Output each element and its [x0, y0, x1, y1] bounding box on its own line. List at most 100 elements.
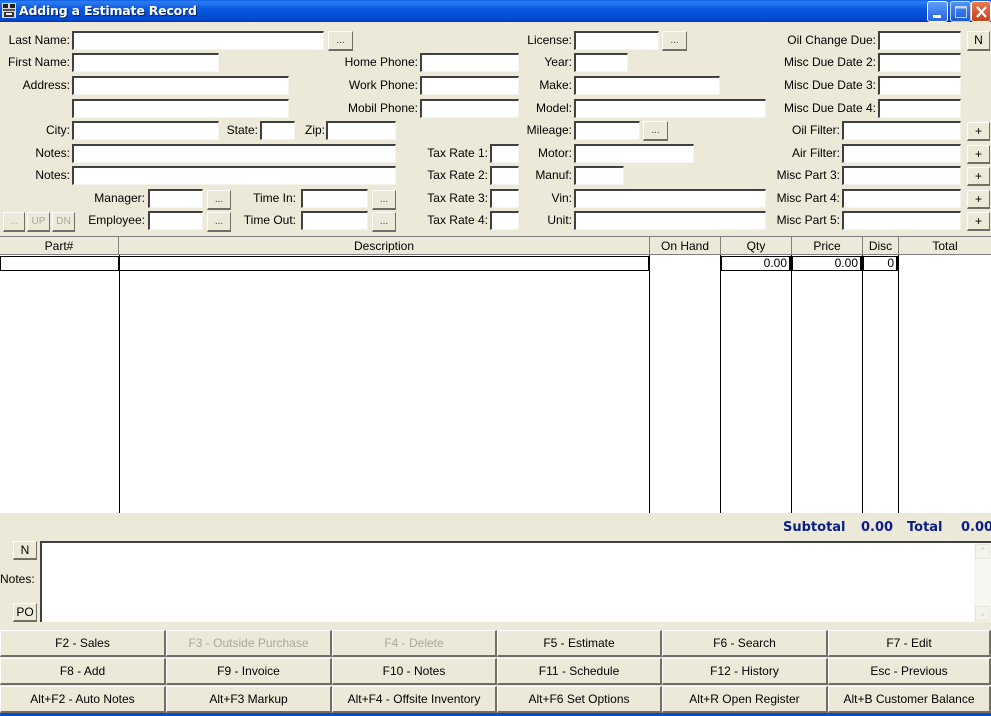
fkey-f5-estimate-button[interactable]: F5 - Estimate: [497, 630, 662, 657]
mileage-lookup-button[interactable]: ...: [643, 121, 668, 141]
record-nav-dots-button[interactable]: ...: [3, 212, 25, 232]
first-name-label: First Name:: [7, 55, 70, 69]
notes-new-button[interactable]: N: [13, 541, 37, 560]
employee-lookup-button[interactable]: ...: [207, 212, 231, 232]
unit-input[interactable]: [574, 211, 766, 230]
address-label: Address:: [22, 78, 70, 92]
notes-scrollbar[interactable]: ⌃ ⌄: [974, 543, 991, 622]
mobil-phone-input[interactable]: [420, 99, 519, 118]
column-header-description[interactable]: Description: [119, 237, 650, 255]
air-filter-add-button[interactable]: +: [967, 145, 990, 164]
misc-due-date4-input[interactable]: [878, 99, 961, 118]
last-name-lookup-button[interactable]: ...: [328, 31, 353, 51]
minimize-button[interactable]: [927, 1, 948, 22]
maximize-button[interactable]: [950, 1, 971, 22]
license-lookup-button[interactable]: ...: [662, 31, 687, 51]
record-up-button[interactable]: UP: [27, 212, 50, 232]
misc-due-date3-label: Misc Due Date 3:: [783, 78, 876, 92]
close-button[interactable]: [971, 1, 991, 22]
home-phone-input[interactable]: [420, 53, 519, 72]
manuf-input[interactable]: [574, 166, 624, 185]
notes-textarea[interactable]: ⌃ ⌄: [40, 541, 991, 622]
misc-part4-add-button[interactable]: +: [967, 190, 990, 209]
fkey-esc-previous-button[interactable]: Esc - Previous: [828, 658, 991, 685]
record-down-button[interactable]: DN: [52, 212, 75, 232]
notes2-input[interactable]: [72, 166, 396, 185]
fkey-f6-search-button[interactable]: F6 - Search: [662, 630, 828, 657]
city-input[interactable]: [72, 121, 219, 140]
misc-part3-add-button[interactable]: +: [967, 167, 990, 186]
state-input[interactable]: [260, 121, 295, 140]
misc-part3-input[interactable]: [842, 166, 961, 185]
last-name-input[interactable]: [72, 31, 324, 50]
fkey-f2-sales-button[interactable]: F2 - Sales: [0, 630, 166, 657]
license-input[interactable]: [574, 31, 659, 50]
notes-label: Notes:: [0, 572, 35, 586]
fkey-alt-f3-markup-button[interactable]: Alt+F3 Markup: [166, 686, 332, 713]
fkey-f8-add-button[interactable]: F8 - Add: [0, 658, 166, 685]
work-phone-input[interactable]: [420, 76, 519, 95]
fkey-f9-invoice-button[interactable]: F9 - Invoice: [166, 658, 332, 685]
oil-filter-add-button[interactable]: +: [967, 122, 990, 141]
fkey-alt-f4-offsite-inventory-button[interactable]: Alt+F4 - Offsite Inventory: [332, 686, 497, 713]
vin-input[interactable]: [574, 189, 766, 208]
misc-part5-add-button[interactable]: +: [967, 212, 990, 231]
fkey-alt-f2-auto-notes-button[interactable]: Alt+F2 - Auto Notes: [0, 686, 166, 713]
fkey-f12-history-button[interactable]: F12 - History: [662, 658, 828, 685]
column-header-total[interactable]: Total: [899, 237, 991, 255]
oil-filter-input[interactable]: [842, 121, 961, 140]
column-header-part[interactable]: Part#: [0, 237, 119, 255]
cell-description[interactable]: [119, 256, 650, 271]
fkey-alt-f6-set-options-button[interactable]: Alt+F6 Set Options: [497, 686, 662, 713]
misc-due-date2-input[interactable]: [878, 53, 961, 72]
first-name-input[interactable]: [72, 53, 219, 72]
time-in-lookup-button[interactable]: ...: [372, 190, 396, 210]
address-line1-input[interactable]: [72, 76, 289, 95]
oil-change-new-button[interactable]: N: [967, 31, 990, 51]
subtotal-value: 0.00: [861, 520, 894, 535]
misc-part5-input[interactable]: [842, 211, 961, 230]
year-input[interactable]: [574, 53, 628, 72]
fkey-f3-outside-purchase-button[interactable]: F3 - Outside Purchase: [166, 630, 332, 657]
misc-part4-input[interactable]: [842, 189, 961, 208]
misc-due-date3-input[interactable]: [878, 76, 961, 95]
air-filter-input[interactable]: [842, 144, 961, 163]
column-header-disc[interactable]: Disc: [863, 237, 899, 255]
notes1-input[interactable]: [72, 144, 396, 163]
address-line2-input[interactable]: [72, 99, 289, 118]
zip-input[interactable]: [326, 121, 396, 140]
scroll-up-icon[interactable]: ⌃: [975, 544, 990, 559]
notes2-label: Notes:: [35, 168, 70, 182]
scroll-down-icon[interactable]: ⌄: [975, 606, 990, 621]
manager-lookup-button[interactable]: ...: [207, 190, 231, 210]
time-out-lookup-button[interactable]: ...: [372, 212, 396, 232]
close-icon: [976, 6, 987, 18]
column-header-qty[interactable]: Qty: [721, 237, 792, 255]
fkey-alt-r-open-register-button[interactable]: Alt+R Open Register: [662, 686, 828, 713]
notes-po-button[interactable]: PO: [13, 603, 37, 622]
fkey-alt-b-customer-balance-button[interactable]: Alt+B Customer Balance: [828, 686, 991, 713]
employee-input[interactable]: [148, 211, 203, 230]
fkey-f7-edit-button[interactable]: F7 - Edit: [828, 630, 991, 657]
vin-label: Vin:: [551, 191, 572, 205]
misc-part5-label: Misc Part 5:: [776, 213, 840, 227]
cell-disc[interactable]: 0: [863, 256, 898, 271]
fkey-f10-notes-button[interactable]: F10 - Notes: [332, 658, 497, 685]
time-out-input[interactable]: [301, 211, 368, 230]
fkey-f11-schedule-button[interactable]: F11 - Schedule: [497, 658, 662, 685]
mileage-input[interactable]: [574, 121, 640, 140]
motor-input[interactable]: [574, 144, 694, 163]
cell-qty[interactable]: 0.00: [721, 256, 791, 271]
oil-change-due-input[interactable]: [878, 31, 961, 50]
make-input[interactable]: [574, 76, 720, 95]
manager-input[interactable]: [148, 189, 203, 208]
parts-grid[interactable]: Part# Description On Hand Qty Price Disc…: [0, 236, 991, 513]
maximize-icon: [955, 6, 967, 18]
column-header-on-hand[interactable]: On Hand: [650, 237, 721, 255]
cell-part[interactable]: [0, 256, 120, 271]
model-input[interactable]: [574, 99, 766, 118]
time-in-input[interactable]: [301, 189, 368, 208]
cell-price[interactable]: 0.00: [792, 256, 862, 271]
column-header-price[interactable]: Price: [792, 237, 863, 255]
fkey-f4-delete-button[interactable]: F4 - Delete: [332, 630, 497, 657]
